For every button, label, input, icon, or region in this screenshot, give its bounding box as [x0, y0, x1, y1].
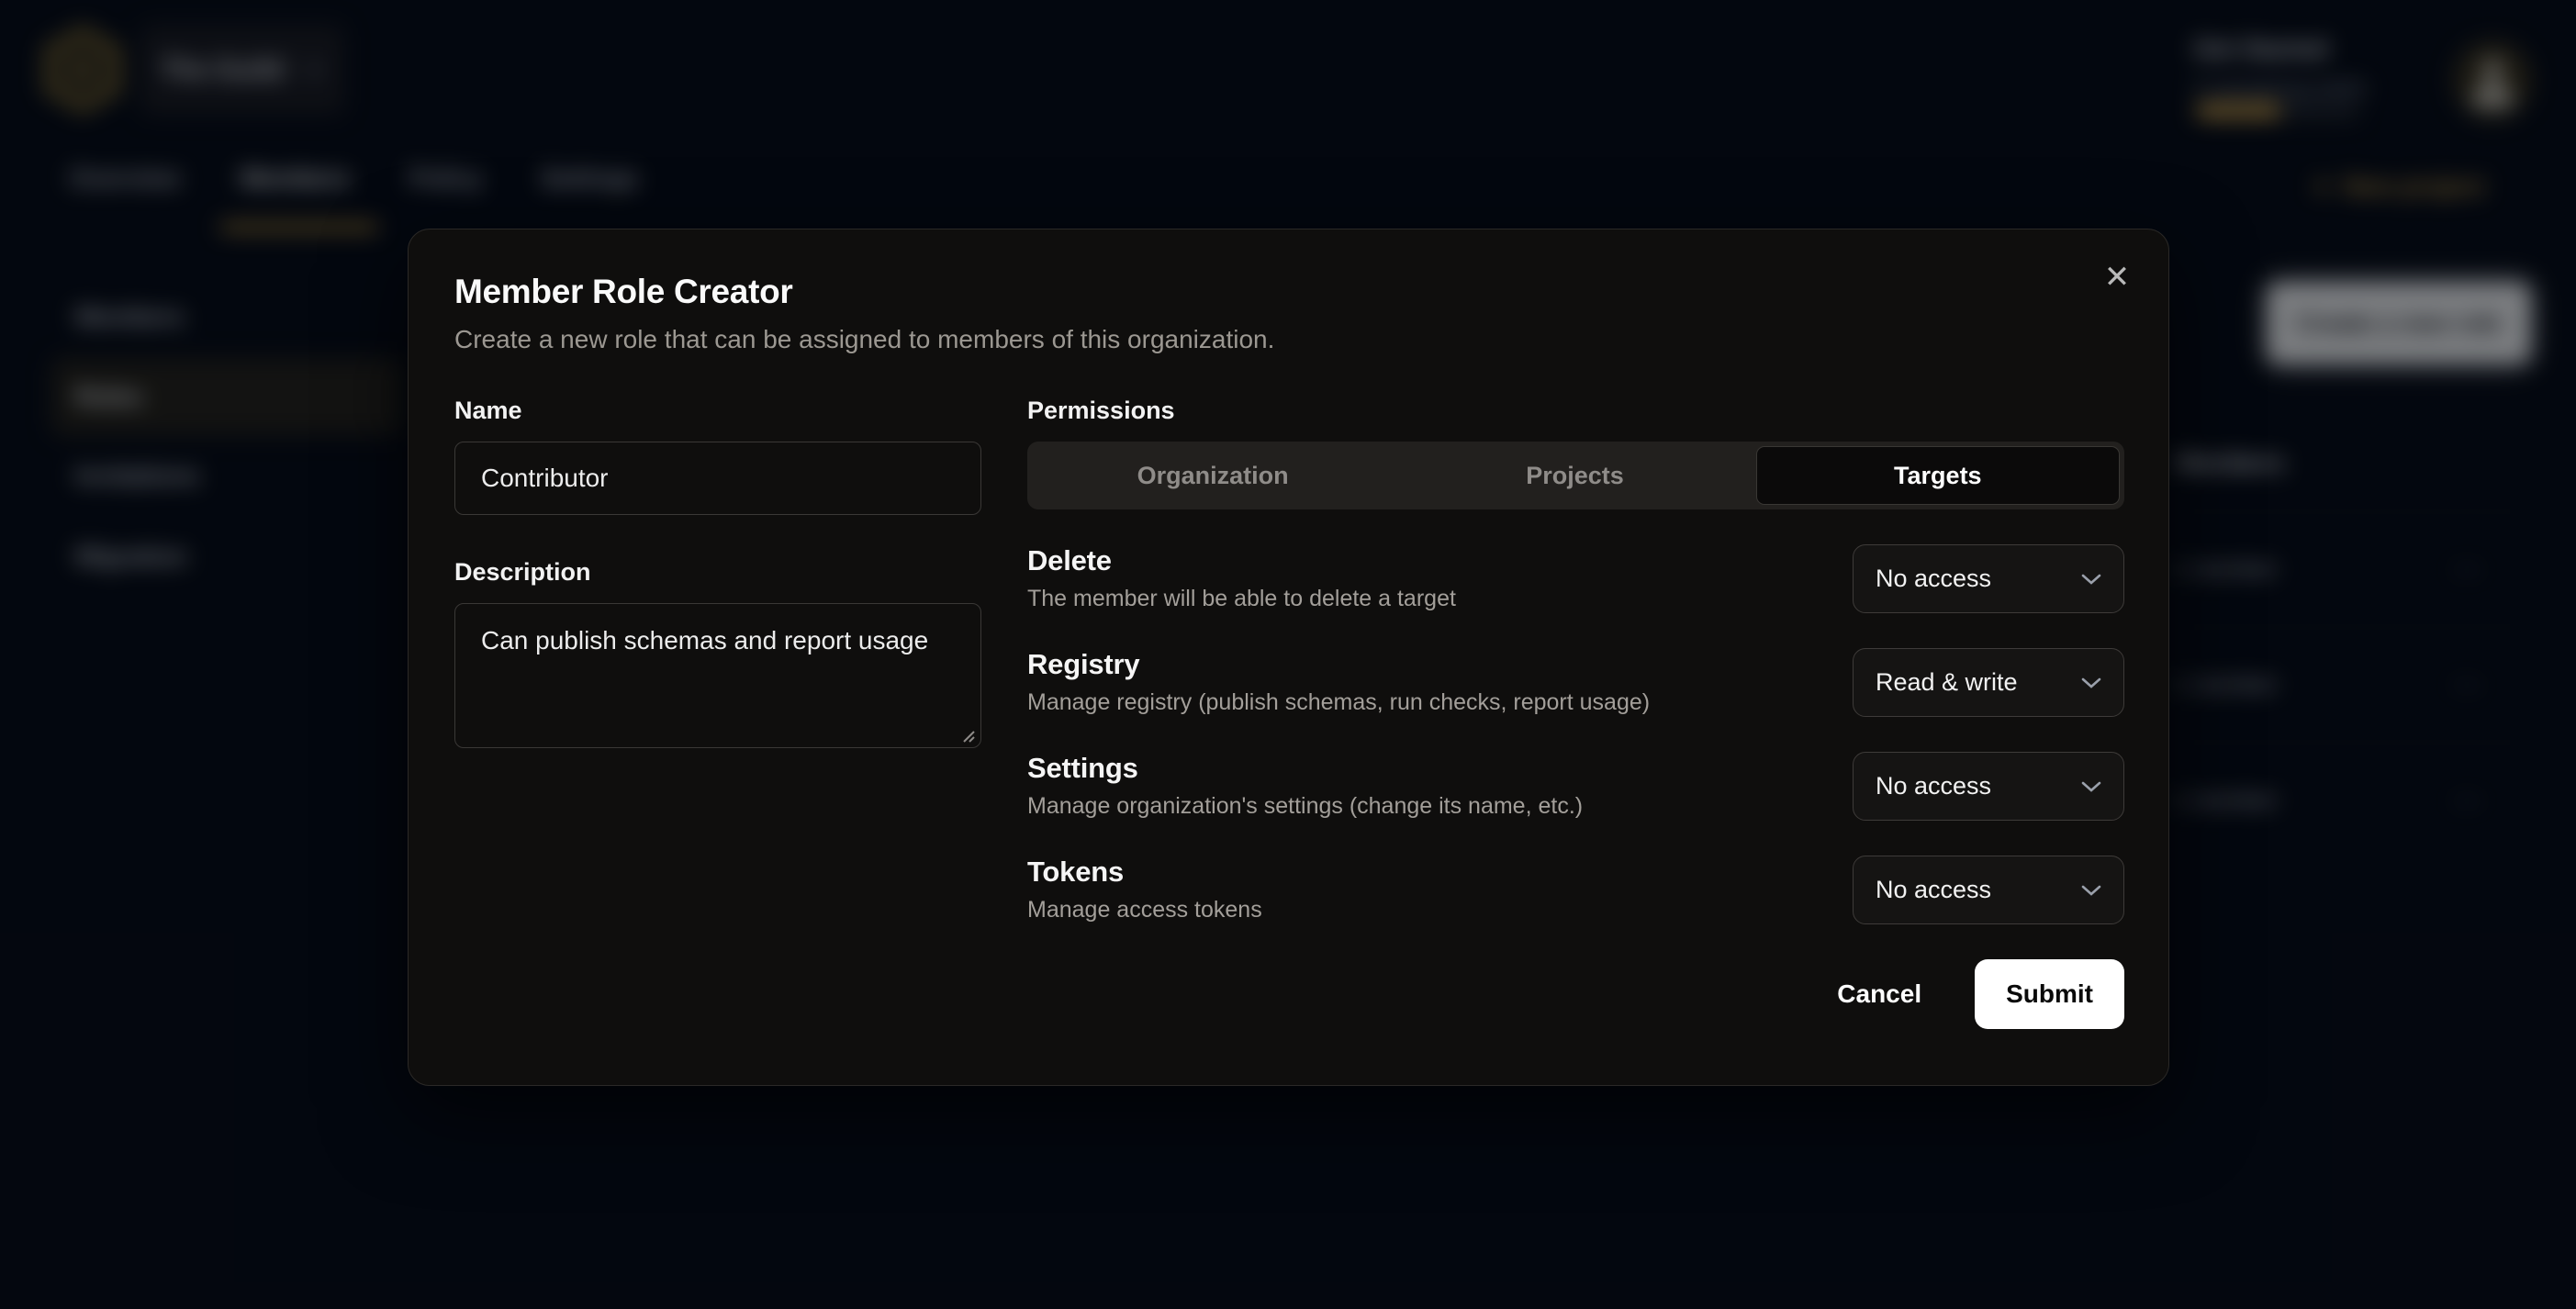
resize-grip-icon[interactable]: [959, 727, 976, 744]
permission-description: Manage registry (publish schemas, run ch…: [1027, 689, 1650, 716]
permission-row-registry: Registry Manage registry (publish schema…: [1027, 648, 2124, 717]
chevron-down-icon: [2081, 884, 2101, 897]
permission-name: Delete: [1027, 544, 1456, 577]
permissions-tab-group: Organization Projects Targets: [1027, 442, 2124, 509]
cancel-button[interactable]: Cancel: [1831, 979, 1927, 1010]
permission-text: Registry Manage registry (publish schema…: [1027, 648, 1650, 717]
description-wrapper: Can publish schemas and report usage: [454, 603, 981, 753]
tab-projects[interactable]: Projects: [1394, 446, 1755, 505]
permission-name: Registry: [1027, 648, 1650, 681]
permissions-column: Permissions Organization Projects Target…: [1027, 397, 2124, 1029]
chevron-down-icon: [2081, 573, 2101, 586]
permission-name: Tokens: [1027, 856, 1262, 889]
tab-organization[interactable]: Organization: [1032, 446, 1394, 505]
chevron-down-icon: [2081, 677, 2101, 689]
permissions-label: Permissions: [1027, 397, 1175, 424]
permission-row-settings: Settings Manage organization's settings …: [1027, 752, 2124, 821]
settings-access-select[interactable]: No access: [1853, 752, 2124, 821]
app-root: The Guild Get Started 3 remaining tasks …: [0, 0, 2576, 1309]
dialog-actions: Cancel Submit: [1027, 959, 2124, 1029]
tab-targets[interactable]: Targets: [1756, 446, 2120, 505]
registry-access-select[interactable]: Read & write: [1853, 648, 2124, 717]
role-name-input[interactable]: [454, 442, 981, 515]
submit-button[interactable]: Submit: [1975, 959, 2124, 1029]
selected-value: No access: [1876, 876, 1991, 904]
delete-access-select[interactable]: No access: [1853, 544, 2124, 613]
member-role-creator-dialog: ✕ Member Role Creator Create a new role …: [408, 229, 2169, 1086]
permission-name: Settings: [1027, 752, 1583, 785]
close-icon[interactable]: ✕: [2097, 257, 2137, 297]
permission-description: Manage organization's settings (change i…: [1027, 793, 1583, 820]
name-label: Name: [454, 397, 522, 424]
role-identity-column: Name Description Can publish schemas and…: [454, 397, 981, 1029]
selected-value: No access: [1876, 565, 1991, 593]
chevron-down-icon: [2081, 780, 2101, 793]
permission-row-delete: Delete The member will be able to delete…: [1027, 544, 2124, 613]
permission-text: Delete The member will be able to delete…: [1027, 544, 1456, 613]
permission-description: The member will be able to delete a targ…: [1027, 586, 1456, 612]
selected-value: No access: [1876, 772, 1991, 800]
dialog-subtitle: Create a new role that can be assigned t…: [454, 325, 2122, 354]
dialog-title: Member Role Creator: [454, 273, 2122, 311]
permission-rows: Delete The member will be able to delete…: [1027, 544, 2124, 924]
description-label: Description: [454, 558, 981, 587]
permission-row-tokens: Tokens Manage access tokens No access: [1027, 856, 2124, 924]
permission-text: Tokens Manage access tokens: [1027, 856, 1262, 924]
tokens-access-select[interactable]: No access: [1853, 856, 2124, 924]
permission-text: Settings Manage organization's settings …: [1027, 752, 1583, 821]
permission-description: Manage access tokens: [1027, 897, 1262, 923]
role-description-input[interactable]: Can publish schemas and report usage: [454, 603, 981, 748]
selected-value: Read & write: [1876, 668, 2018, 697]
